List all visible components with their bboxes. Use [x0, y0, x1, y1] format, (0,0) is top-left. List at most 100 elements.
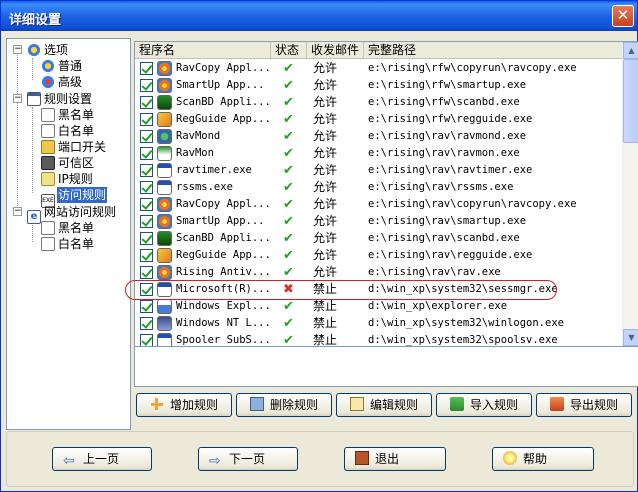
column-header-path[interactable]: 完整路径 [364, 42, 623, 59]
rule-enabled-checkbox[interactable] [140, 79, 153, 92]
mail-permission[interactable]: 禁止 [313, 332, 363, 346]
allow-check-icon[interactable]: ✔ [283, 179, 303, 196]
tree-item-trusted-zone[interactable]: 可信区 [41, 155, 95, 171]
allow-check-icon[interactable]: ✔ [283, 213, 303, 230]
allow-check-icon[interactable]: ✔ [283, 196, 303, 213]
rule-enabled-checkbox[interactable] [140, 96, 153, 109]
allow-check-icon[interactable]: ✔ [283, 145, 303, 162]
rule-enabled-checkbox[interactable] [140, 113, 153, 126]
table-row[interactable]: RegGuide App... ✔ 允许 e:\rising\rfw\regguide… [135, 111, 623, 128]
table-row[interactable]: Windows NT L... ✔ 禁止 d:\win_xp\system32\win… [135, 315, 623, 332]
mail-permission[interactable]: 允许 [313, 145, 363, 162]
allow-check-icon[interactable]: ✔ [283, 332, 303, 346]
rule-enabled-checkbox[interactable] [140, 300, 153, 313]
mail-permission[interactable]: 允许 [313, 128, 363, 145]
collapse-icon[interactable]: − [13, 94, 22, 103]
scroll-thumb[interactable] [623, 59, 638, 143]
tree-item-whitelist[interactable]: 白名单 [41, 123, 95, 139]
tree-item-access-rules[interactable]: EXE 访问规则 [41, 187, 108, 208]
rule-enabled-checkbox[interactable] [140, 334, 153, 346]
mail-permission[interactable]: 允许 [313, 230, 363, 247]
mail-permission[interactable]: 禁止 [313, 298, 363, 315]
rule-enabled-checkbox[interactable] [140, 232, 153, 245]
tree-item-web-whitelist[interactable]: 白名单 [41, 236, 95, 252]
table-row[interactable]: SmartUp App... ✔ 允许 e:\rising\rav\smartup.e… [135, 213, 623, 230]
rule-enabled-checkbox[interactable] [140, 62, 153, 75]
allow-check-icon[interactable]: ✔ [283, 128, 303, 145]
mail-permission[interactable]: 允许 [313, 111, 363, 128]
export-rule-button[interactable]: 导出规则 [536, 393, 632, 417]
rule-enabled-checkbox[interactable] [140, 198, 153, 211]
table-row[interactable]: RavCopy Appl... ✔ 允许 e:\rising\rav\copyrun\… [135, 196, 623, 213]
table-row[interactable]: ScanBD Appli... ✔ 允许 e:\rising\rfw\scanbd.e… [135, 94, 623, 111]
table-row[interactable]: ravtimer.exe ✔ 允许 e:\rising\rav\ravtimer.ex… [135, 162, 623, 179]
tree-item-normal[interactable]: 普通 [41, 58, 83, 74]
prev-page-button[interactable]: ⇦ 上一页 [52, 447, 152, 471]
allow-check-icon[interactable]: ✔ [283, 298, 303, 315]
scroll-up-icon[interactable]: ▲ [623, 42, 638, 59]
rule-enabled-checkbox[interactable] [140, 266, 153, 279]
rule-enabled-checkbox[interactable] [140, 130, 153, 143]
tree-item-ports[interactable]: 端口开关 [41, 139, 107, 155]
rule-enabled-checkbox[interactable] [140, 147, 153, 160]
allow-check-icon[interactable]: ✔ [283, 111, 303, 128]
help-button[interactable]: 帮助 [492, 447, 594, 471]
allow-check-icon[interactable]: ✔ [283, 230, 303, 247]
table-row[interactable]: rssms.exe ✔ 允许 e:\rising\rav\rssms.exe [135, 179, 623, 196]
edit-rule-button[interactable]: 编辑规则 [336, 393, 432, 417]
table-row[interactable]: Windows Expl... ✔ 禁止 d:\win_xp\explorer.exe [135, 298, 623, 315]
table-row[interactable]: RavMon ✔ 允许 e:\rising\rav\ravmon.exe [135, 145, 623, 162]
column-header-mail[interactable]: 收发邮件 [307, 42, 364, 59]
table-row[interactable]: SmartUp App... ✔ 允许 e:\rising\rfw\smartup.e… [135, 77, 623, 94]
collapse-icon[interactable]: − [13, 45, 22, 54]
mail-permission[interactable]: 允许 [313, 60, 363, 77]
mail-permission[interactable]: 允许 [313, 213, 363, 230]
tree-item-ip-rules[interactable]: IP规则 [41, 171, 94, 187]
mail-permission[interactable]: 允许 [313, 247, 363, 264]
mail-permission[interactable]: 允许 [313, 264, 363, 281]
rule-enabled-checkbox[interactable] [140, 317, 153, 330]
deny-x-icon[interactable]: ✖ [283, 281, 303, 298]
rule-enabled-checkbox[interactable] [140, 215, 153, 228]
collapse-icon[interactable]: − [13, 207, 22, 216]
tree-item-web-blacklist[interactable]: 黑名单 [41, 220, 95, 236]
table-row[interactable]: ScanBD Appli... ✔ 允许 e:\rising\rav\scanbd.e… [135, 230, 623, 247]
table-row[interactable]: RegGuide App... ✔ 允许 e:\rising\rav\regguide… [135, 247, 623, 264]
exit-button[interactable]: 退出 [344, 447, 446, 471]
vertical-scrollbar[interactable]: ▲ ▼ [622, 42, 638, 346]
table-row[interactable]: RavMond ✔ 允许 e:\rising\rav\ravmond.exe [135, 128, 623, 145]
tree-item-blacklist[interactable]: 黑名单 [41, 107, 95, 123]
mail-permission[interactable]: 允许 [313, 179, 363, 196]
column-header-name[interactable]: 程序名 [135, 42, 271, 59]
title-bar[interactable]: 详细设置 ✕ [1, 1, 637, 31]
add-rule-button[interactable]: 增加规则 [136, 393, 232, 417]
close-button[interactable]: ✕ [612, 5, 634, 27]
mail-permission[interactable]: 允许 [313, 196, 363, 213]
allow-check-icon[interactable]: ✔ [283, 94, 303, 111]
next-page-button[interactable]: ⇨ 下一页 [198, 447, 298, 471]
allow-check-icon[interactable]: ✔ [283, 77, 303, 94]
allow-check-icon[interactable]: ✔ [283, 247, 303, 264]
column-header-status[interactable]: 状态 [271, 42, 307, 59]
mail-permission[interactable]: 禁止 [313, 281, 363, 298]
mail-permission[interactable]: 允许 [313, 94, 363, 111]
rule-enabled-checkbox[interactable] [140, 164, 153, 177]
allow-check-icon[interactable]: ✔ [283, 60, 303, 77]
table-row[interactable]: RavCopy Appl... ✔ 允许 e:\rising\rfw\copyrun\… [135, 60, 623, 77]
allow-check-icon[interactable]: ✔ [283, 315, 303, 332]
mail-permission[interactable]: 禁止 [313, 315, 363, 332]
allow-check-icon[interactable]: ✔ [283, 162, 303, 179]
table-row[interactable]: Microsoft(R)... ✖ 禁止 d:\win_xp\system32\ses… [135, 281, 623, 298]
import-rule-button[interactable]: 导入规则 [436, 393, 532, 417]
tree-item-advanced[interactable]: 高级 [41, 74, 83, 90]
rule-enabled-checkbox[interactable] [140, 249, 153, 262]
rule-enabled-checkbox[interactable] [140, 181, 153, 194]
mail-permission[interactable]: 允许 [313, 77, 363, 94]
delete-rule-button[interactable]: 删除规则 [236, 393, 332, 417]
mail-permission[interactable]: 允许 [313, 162, 363, 179]
rule-enabled-checkbox[interactable] [140, 283, 153, 296]
table-row[interactable]: Spooler SubS... ✔ 禁止 d:\win_xp\system32\spo… [135, 332, 623, 346]
allow-check-icon[interactable]: ✔ [283, 264, 303, 281]
table-row[interactable]: Rising Antiv... ✔ 允许 e:\rising\rav\rav.exe [135, 264, 623, 281]
scroll-down-icon[interactable]: ▼ [623, 329, 638, 346]
